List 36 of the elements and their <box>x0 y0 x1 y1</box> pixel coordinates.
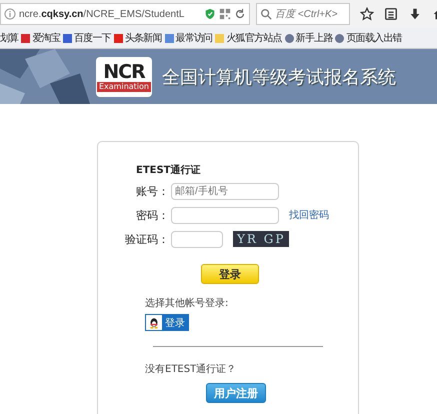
qr-code-icon[interactable] <box>219 8 231 20</box>
reading-list-icon[interactable] <box>384 7 398 21</box>
captcha-image[interactable]: YR GP <box>233 231 290 247</box>
form-heading: ETEST通行证 <box>136 164 202 178</box>
field-label: 密码： <box>135 208 169 222</box>
other-login-label: 选择其他帐号登录: <box>145 296 230 310</box>
bookmark-item[interactable]: 爱淘宝 <box>21 31 60 45</box>
bookmark-item[interactable]: 页面载入出错 <box>335 31 402 45</box>
no-account-text: 没有ETEST通行证？ <box>145 362 238 376</box>
bookmark-star-icon[interactable] <box>360 7 374 21</box>
logo-caption: Examination <box>96 82 151 92</box>
penguin-icon <box>148 316 160 330</box>
qq-login-button[interactable]: 登录 <box>145 314 189 331</box>
reload-icon[interactable] <box>234 8 246 20</box>
bookmark-item[interactable]: 最常访问 <box>164 31 212 45</box>
shield-icon <box>204 8 216 20</box>
field-label: 账号： <box>135 184 169 198</box>
logo-letters: NCR <box>103 62 145 82</box>
account-field[interactable]: 邮箱/手机号 <box>171 182 279 200</box>
password-field[interactable] <box>171 206 279 224</box>
info-icon[interactable] <box>4 8 16 20</box>
url-text: ncre.cqksy.cn/NCRE_EMS/StudentL <box>19 8 186 20</box>
bookmark-item[interactable]: 头条新闻 <box>114 31 162 45</box>
forgot-password-link[interactable]: 找回密码 <box>289 208 329 222</box>
login-button[interactable]: 登录 <box>201 264 259 284</box>
bookmark-item[interactable]: 新手上路 <box>284 31 332 45</box>
bookmark-item[interactable]: 火狐官方站点 <box>215 31 282 45</box>
download-icon[interactable] <box>408 7 422 21</box>
address-bar[interactable]: ncre.cqksy.cn/NCRE_EMS/StudentL <box>0 3 250 25</box>
site-title: 全国计算机等级考试报名系统 <box>162 66 396 88</box>
bookmark-item[interactable]: 百度一下 <box>63 31 111 45</box>
field-label: 验证码： <box>124 232 169 246</box>
bookmark-item[interactable]: 划算 <box>0 31 18 45</box>
search-field[interactable]: 百度 <Ctrl+K> <box>256 3 350 25</box>
search-icon <box>260 8 272 20</box>
captcha-field[interactable] <box>171 230 223 248</box>
